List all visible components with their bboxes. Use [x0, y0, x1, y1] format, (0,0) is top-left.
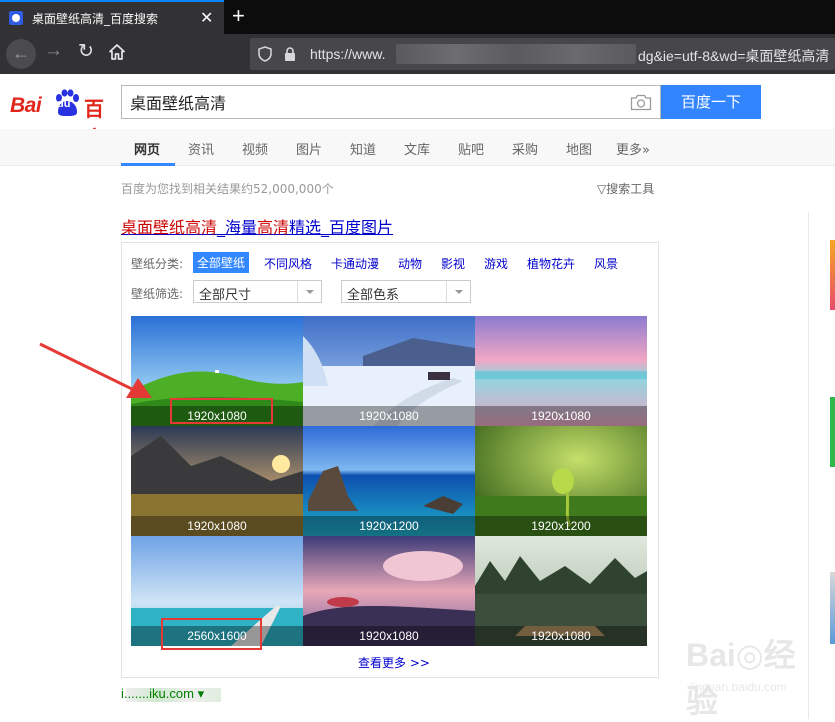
search-tabs: 网页 资讯 视频 图片 知道 文库 贴吧 采购 地图 更多» — [0, 129, 835, 166]
title-highlight: 高清 — [257, 218, 290, 237]
shield-icon[interactable] — [258, 46, 272, 62]
color-select-value: 全部色系 — [347, 288, 400, 303]
tab-wenku[interactable]: 文库 — [404, 139, 430, 158]
category-scenery[interactable]: 风景 — [594, 255, 618, 272]
title-highlight: 桌面壁纸高清 — [121, 218, 218, 237]
category-label: 壁纸分类: — [131, 257, 184, 271]
filter-label: 壁纸筛选: — [131, 287, 184, 301]
url-redacted-segment — [396, 44, 636, 64]
address-bar[interactable]: https://www. dg&ie=utf-8&wd=桌面壁纸高清 — [250, 38, 835, 70]
category-film[interactable]: 影视 — [441, 255, 465, 272]
tab-zhidao[interactable]: 知道 — [350, 139, 376, 158]
title-text: 精选_百度图片 — [289, 218, 394, 237]
url-text-prefix: https://www. — [310, 46, 386, 62]
chevron-down-icon — [446, 281, 470, 302]
tab-webpage[interactable]: 网页 — [134, 139, 160, 158]
close-tab-icon[interactable]: ✕ — [200, 8, 213, 28]
search-box — [121, 85, 661, 119]
sidebar-thumbnail[interactable] — [830, 572, 835, 644]
tab-images[interactable]: 图片 — [296, 139, 322, 158]
wallpaper-card: 壁纸分类: 全部壁纸 不同风格 卡通动漫 动物 影视 游戏 植物花卉 风景 壁纸… — [121, 242, 659, 678]
logo-text-du: du — [57, 98, 71, 110]
wallpaper-grid: 1920x1080 1920x1080 1920x1080 1920x1080 … — [131, 316, 647, 646]
size-select[interactable]: 全部尺寸 — [193, 280, 322, 303]
image-size-label: 1920x1080 — [303, 626, 475, 646]
logo-text-bai: Bai — [10, 94, 42, 117]
category-plants[interactable]: 植物花卉 — [527, 255, 575, 272]
results-count: 百度为您找到相关结果约52,000,000个 — [121, 182, 334, 196]
search-tools-link[interactable]: ▽搜索工具 — [597, 180, 654, 197]
category-styles[interactable]: 不同风格 — [264, 255, 312, 272]
right-sidebar — [808, 212, 835, 719]
category-all[interactable]: 全部壁纸 — [193, 252, 250, 273]
wallpaper-thumbnail[interactable]: 1920x1080 — [131, 426, 303, 536]
tab-news[interactable]: 资讯 — [188, 139, 214, 158]
reload-button[interactable]: ↻ — [78, 40, 94, 63]
image-size-label: 1920x1080 — [303, 406, 475, 426]
result-title-link[interactable]: 桌面壁纸高清_海量高清精选_百度图片 — [121, 214, 393, 238]
size-select-value: 全部尺寸 — [199, 288, 252, 303]
wallpaper-thumbnail[interactable]: 1920x1080 — [303, 536, 475, 646]
wallpaper-thumbnail[interactable]: 1920x1080 — [475, 316, 647, 426]
image-size-label: 1920x1200 — [303, 516, 475, 536]
watermark-url: jingyan.baidu.com — [690, 680, 787, 694]
image-size-label: 1920x1080 — [131, 516, 303, 536]
color-select[interactable]: 全部色系 — [341, 280, 471, 303]
forward-button[interactable]: → — [44, 40, 63, 62]
category-animals[interactable]: 动物 — [398, 255, 422, 272]
arrow-left-icon: ← — [12, 43, 30, 63]
camera-icon[interactable] — [630, 94, 652, 111]
home-icon[interactable] — [108, 43, 126, 61]
highlight-box — [161, 618, 262, 650]
wallpaper-thumbnail[interactable]: 1920x1200 — [303, 426, 475, 536]
sidebar-thumbnail[interactable] — [830, 397, 835, 467]
tab-video[interactable]: 视频 — [242, 139, 268, 158]
category-games[interactable]: 游戏 — [484, 255, 508, 272]
tab-more[interactable]: 更多» — [616, 139, 650, 158]
chevron-down-icon — [297, 281, 321, 302]
wallpaper-thumbnail[interactable]: 1920x1080 — [303, 316, 475, 426]
highlight-box — [170, 398, 273, 424]
url-text-suffix: dg&ie=utf-8&wd=桌面壁纸高清 — [638, 48, 830, 64]
sidebar-thumbnail[interactable] — [830, 240, 835, 310]
back-button[interactable]: ← — [6, 39, 36, 69]
watermark: Bai◎经验 jingyan.baidu.com — [640, 630, 800, 719]
tab-map[interactable]: 地图 — [566, 139, 592, 158]
search-input[interactable] — [122, 86, 622, 118]
watermark-logo: Bai◎经验 — [686, 637, 796, 719]
image-size-label: 1920x1200 — [475, 516, 647, 536]
browser-toolbar: ← → ↻ https://www. dg&ie=utf-8&wd=桌面壁纸高清 — [0, 34, 835, 74]
view-more-link[interactable]: 查看更多 >> — [358, 654, 430, 671]
result-url[interactable]: i.......iku.com ▾ — [121, 686, 204, 702]
wallpaper-thumbnail[interactable]: 1920x1080 — [475, 536, 647, 646]
baidu-favicon-icon — [9, 11, 23, 25]
lock-icon[interactable] — [284, 47, 296, 61]
search-button[interactable]: 百度一下 — [661, 85, 761, 119]
tab-tieba[interactable]: 贴吧 — [458, 139, 484, 158]
title-text: _海量 — [217, 218, 258, 237]
image-size-label: 1920x1080 — [475, 626, 647, 646]
wallpaper-thumbnail[interactable]: 1920x1200 — [475, 426, 647, 536]
annotation-arrow-icon — [39, 342, 152, 398]
browser-tab-bar: 桌面壁纸高清_百度搜索 ✕ + — [0, 0, 835, 34]
tab-purchase[interactable]: 采购 — [512, 139, 538, 158]
tab-title: 桌面壁纸高清_百度搜索 — [32, 12, 159, 26]
image-size-label: 1920x1080 — [475, 406, 647, 426]
baidu-logo[interactable]: Bai du 百度 — [10, 84, 114, 150]
active-tab-indicator — [121, 163, 175, 166]
category-cartoon[interactable]: 卡通动漫 — [331, 255, 379, 272]
new-tab-button[interactable]: + — [232, 3, 245, 29]
baidu-header: Bai du 百度 百度一下 网页 资讯 视频 图片 知道 文库 贴吧 采购 地… — [0, 74, 835, 166]
browser-tab[interactable]: 桌面壁纸高清_百度搜索 ✕ — [0, 0, 224, 34]
